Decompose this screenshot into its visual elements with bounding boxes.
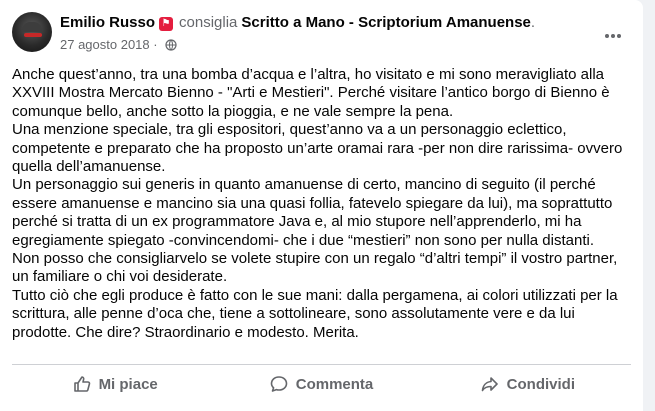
avatar[interactable] bbox=[12, 12, 52, 52]
recommend-badge-icon: ⚑ bbox=[159, 17, 174, 31]
action-verb: consiglia bbox=[179, 14, 238, 31]
comment-button[interactable]: Commenta bbox=[218, 368, 424, 400]
actions-divider bbox=[12, 364, 631, 365]
post-meta: 27 agosto 2018 · bbox=[60, 37, 177, 53]
post-paragraph: Anche quest’anno, tra una bomba d’acqua … bbox=[12, 66, 610, 120]
post-card: Emilio Russo ⚑ consiglia Scritto a Mano - S… bbox=[0, 0, 643, 411]
post-header: Emilio Russo ⚑ consiglia Scritto a Mano - S… bbox=[12, 12, 631, 56]
post-paragraph: Un personaggio sui generis in quanto ama… bbox=[12, 176, 613, 249]
thumbs-up-icon bbox=[73, 376, 90, 392]
comment-bubble-icon bbox=[270, 376, 288, 392]
date-separator: · bbox=[149, 37, 162, 52]
post-paragraph: Tutto ciò che egli produce è fatto con l… bbox=[12, 286, 618, 341]
more-options-button[interactable] bbox=[599, 22, 627, 50]
globe-icon bbox=[165, 39, 177, 51]
post-paragraph: Non posso che consigliarvelo se volete s… bbox=[12, 250, 618, 286]
share-button[interactable]: Condividi bbox=[425, 368, 631, 400]
author-name[interactable]: Emilio Russo bbox=[60, 14, 155, 31]
page-name[interactable]: Scritto a Mano - Scriptorium Amanuense bbox=[241, 14, 531, 31]
action-bar: Mi piace Commenta Condividi bbox=[12, 368, 631, 400]
share-arrow-icon bbox=[481, 377, 498, 392]
post-paragraph: Una menzione speciale, tra gli espositor… bbox=[12, 121, 623, 176]
more-options-icon bbox=[605, 34, 621, 38]
like-label: Mi piace bbox=[98, 375, 158, 393]
comment-label: Commenta bbox=[295, 375, 374, 393]
post-date[interactable]: 27 agosto 2018 bbox=[60, 37, 150, 52]
share-label: Condividi bbox=[506, 375, 575, 393]
page-suffix: . bbox=[530, 14, 536, 31]
post-title-line: Emilio Russo ⚑ consiglia Scritto a Mano - S… bbox=[60, 13, 539, 33]
post-body: Anche quest’anno, tra una bomba d’acqua … bbox=[12, 66, 632, 342]
like-button[interactable]: Mi piace bbox=[12, 368, 218, 400]
